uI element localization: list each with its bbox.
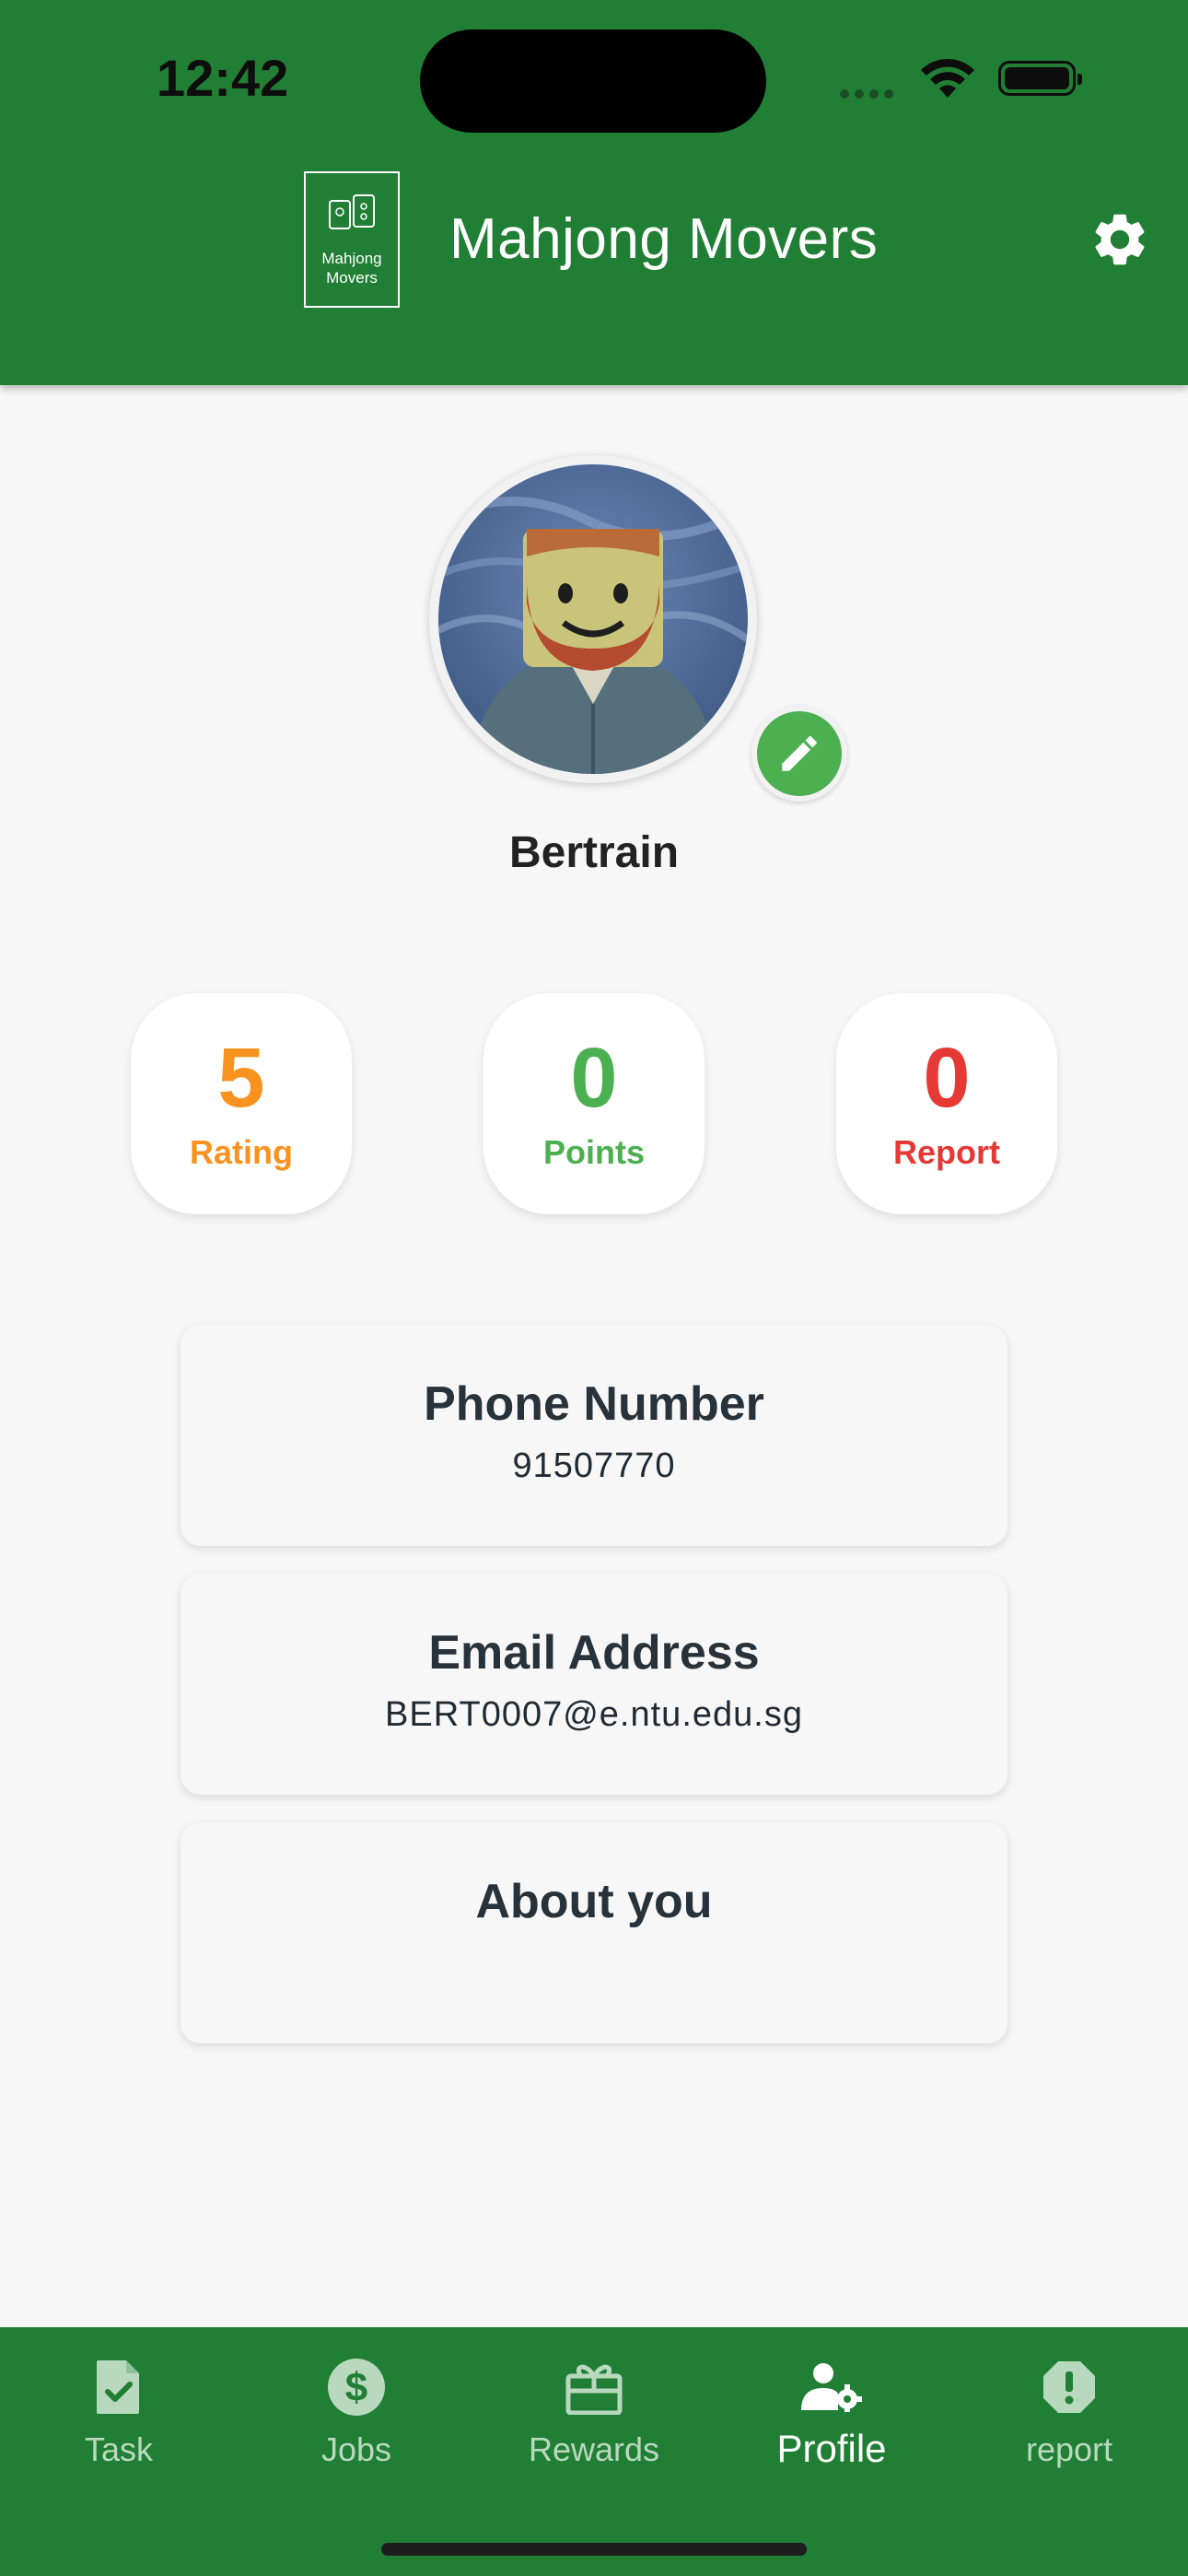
nav-label-report: report: [1025, 2430, 1113, 2468]
email-address-card[interactable]: Email Address BERT0007@e.ntu.edu.sg: [181, 1574, 1007, 1795]
bottom-navigation: Task $ Jobs Rewards Profile report: [0, 2327, 1188, 2576]
app-header: 12:42 Mahjong Movers Mahjong Movers: [0, 0, 1188, 385]
phone-number-value: 91507770: [512, 1446, 676, 1485]
avatar[interactable]: [429, 455, 757, 783]
wifi-icon: [921, 58, 974, 98]
report-value: 0: [923, 1031, 971, 1125]
alert-circle-icon: [1043, 2361, 1095, 2413]
rating-label: Rating: [190, 1133, 293, 1171]
app-logo: Mahjong Movers: [304, 171, 400, 308]
gift-icon: [565, 2364, 623, 2415]
points-stat: 0 Points: [483, 993, 705, 1214]
nav-item-jobs[interactable]: $ Jobs: [238, 2355, 475, 2469]
report-stat: 0 Report: [836, 993, 1057, 1214]
profile-name: Bertrain: [508, 828, 680, 877]
gear-icon[interactable]: [1089, 208, 1151, 271]
task-file-check-icon: [97, 2360, 139, 2414]
nav-item-profile[interactable]: Profile: [713, 2355, 950, 2471]
rating-stat: 5 Rating: [131, 993, 352, 1214]
logo-text-line1: Mahjong: [321, 250, 382, 267]
mahjong-tiles-icon: [329, 194, 375, 229]
logo-text-line2: Movers: [326, 269, 378, 287]
edit-profile-button[interactable]: [751, 706, 847, 802]
points-label: Points: [542, 1133, 645, 1171]
nav-label-rewards: Rewards: [528, 2430, 660, 2468]
about-you-card[interactable]: About you: [181, 1822, 1007, 2043]
dollar-circle-icon: $: [328, 2359, 385, 2416]
nav-item-rewards[interactable]: Rewards: [475, 2355, 713, 2469]
pencil-icon: [782, 736, 817, 771]
points-value: 0: [570, 1031, 618, 1125]
dynamic-island: [420, 29, 766, 133]
phone-number-title: Phone Number: [424, 1377, 764, 1431]
app-title: Mahjong Movers: [449, 207, 879, 271]
phone-number-card[interactable]: Phone Number 91507770: [181, 1325, 1007, 1546]
battery-icon: [998, 61, 1082, 96]
cellular-signal-icon: [840, 87, 899, 103]
nav-label-jobs: Jobs: [320, 2430, 392, 2468]
status-time: 12:42: [157, 49, 289, 107]
status-icons: [840, 55, 1082, 103]
nav-item-task[interactable]: Task: [0, 2355, 238, 2469]
svg-text:$: $: [345, 2365, 367, 2410]
nav-item-report[interactable]: report: [950, 2355, 1188, 2469]
nav-label-task: Task: [84, 2430, 154, 2468]
email-address-value: BERT0007@e.ntu.edu.sg: [385, 1695, 803, 1734]
rating-value: 5: [217, 1031, 265, 1125]
email-address-title: Email Address: [428, 1626, 760, 1680]
report-label: Report: [893, 1133, 1000, 1171]
avatar-image: [438, 464, 748, 774]
user-gear-icon: [801, 2363, 862, 2412]
home-indicator[interactable]: [381, 2543, 807, 2556]
about-you-title: About you: [475, 1875, 713, 1928]
nav-label-profile: Profile: [776, 2427, 887, 2470]
